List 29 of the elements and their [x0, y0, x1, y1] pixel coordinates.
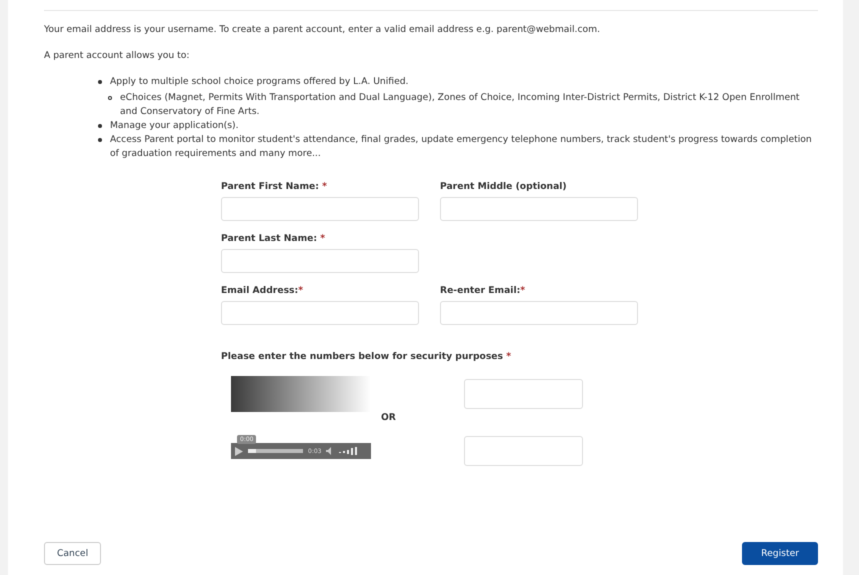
cancel-button[interactable]: Cancel — [44, 542, 102, 565]
field-label: Parent Last Name: * — [221, 233, 326, 244]
register-button[interactable]: Register — [742, 542, 818, 565]
field-label: Parent Middle (optional) — [440, 181, 568, 192]
bullet-icon — [98, 124, 102, 128]
input-field[interactable] — [221, 197, 419, 221]
field-label: Please enter the numbers below for security purposes * — [221, 351, 512, 362]
bullet-icon — [108, 96, 112, 100]
list-item: Access Parent portal to monitor student's attendance, final grades, update emergency telephone numbers, track student's progress towards completion of graduation requirements and many more... — [110, 133, 813, 161]
field-label: Email Address:* — [221, 285, 304, 296]
bullet-icon — [98, 138, 102, 142]
input-field[interactable] — [464, 436, 583, 466]
section-text: A parent account allows you to: — [44, 49, 190, 63]
volume-icon[interactable] — [339, 447, 360, 455]
list-item: eChoices (Magnet, Permits With Transportation and Dual Language), Zones of Choice, Incoming Inter-District Permits, District K-12 Open Enrollment and Conservatory of Fine Arts. — [120, 91, 801, 119]
bullet-icon — [98, 80, 102, 84]
field-label: Parent First Name: * — [221, 181, 328, 192]
progress-track[interactable] — [248, 449, 303, 453]
input-field[interactable] — [221, 249, 419, 273]
list-item: Manage your application(s). — [110, 119, 239, 133]
input-field[interactable] — [440, 197, 638, 221]
input-field[interactable] — [464, 379, 583, 409]
play-icon[interactable] — [235, 446, 243, 456]
or-text: OR — [381, 412, 397, 423]
input-field[interactable] — [440, 301, 638, 325]
input-field[interactable] — [221, 301, 419, 325]
intro-text: Your email address is your username. To create a parent account, enter a valid email address e.g. parent@webmail.com. — [44, 23, 601, 37]
field-label: Re-enter Email:* — [440, 285, 526, 296]
list-item: Apply to multiple school choice programs offered by L.A. Unified. — [110, 75, 408, 89]
